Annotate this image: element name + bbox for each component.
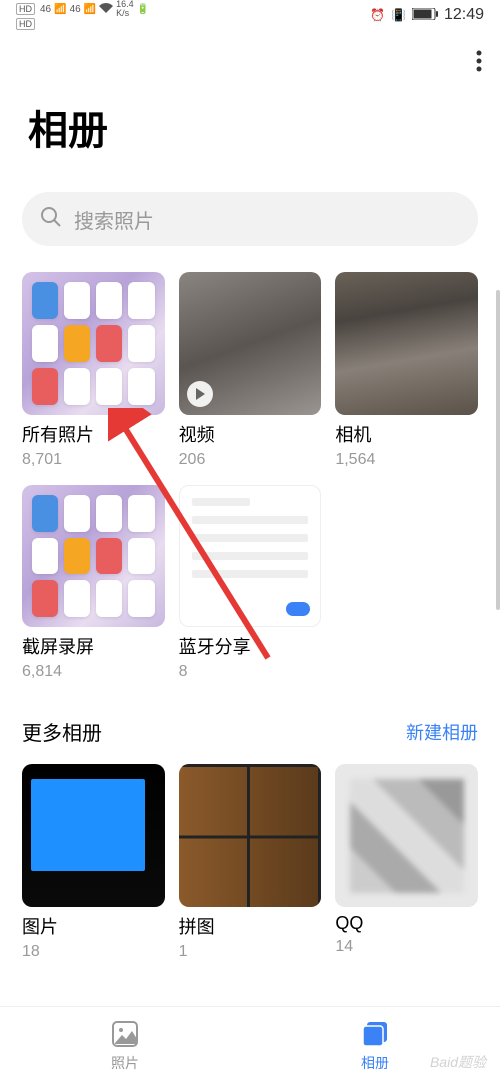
hd-badge-1: HD [16, 3, 35, 15]
album-name: 蓝牙分享 [179, 633, 322, 659]
album-count: 1 [179, 943, 322, 961]
watermark: Baid题验 [430, 1052, 486, 1072]
album-thumbnail [22, 272, 165, 415]
tab-label: 照片 [111, 1053, 139, 1073]
album-name: 截屏录屏 [22, 633, 165, 659]
search-placeholder: 搜索照片 [74, 205, 154, 234]
play-icon [187, 381, 213, 407]
album-name: 图片 [22, 913, 165, 939]
photo-icon [110, 1019, 140, 1049]
album-name: 视频 [179, 421, 322, 447]
album-name: 相机 [335, 421, 478, 447]
album-puzzle[interactable]: 拼图 1 [179, 764, 322, 961]
new-album-button[interactable]: 新建相册 [406, 719, 478, 745]
page-title: 相册 [0, 78, 500, 192]
album-count: 206 [179, 451, 322, 469]
tab-photos[interactable]: 照片 [0, 1019, 250, 1073]
search-bar[interactable]: 搜索照片 [22, 192, 478, 246]
album-screenshots[interactable]: 截屏录屏 6,814 [22, 485, 165, 682]
search-icon [40, 206, 62, 233]
hd-badge-2: HD [16, 18, 35, 30]
album-count: 8,701 [22, 451, 165, 469]
status-right: ⏰ 📳 12:49 [370, 6, 484, 24]
speed-unit: K/s [116, 9, 134, 18]
album-thumbnail [179, 764, 322, 907]
charging-icon: 🔋 [137, 4, 149, 15]
album-count: 14 [335, 938, 478, 956]
album-thumbnail [335, 764, 478, 907]
album-camera[interactable]: 相机 1,564 [335, 272, 478, 469]
scroll-indicator[interactable] [496, 290, 500, 610]
vibrate-icon: 📳 [391, 8, 406, 22]
album-bluetooth[interactable]: 蓝牙分享 8 [179, 485, 322, 682]
tab-bar: 照片 相册 [0, 1006, 500, 1084]
signal-2: 46 [70, 4, 81, 15]
album-images[interactable]: 图片 18 [22, 764, 165, 961]
album-thumbnail [335, 272, 478, 415]
signal-1: 46 [40, 4, 51, 15]
album-thumbnail [22, 485, 165, 628]
more-albums-title: 更多相册 [22, 717, 102, 746]
album-thumbnail [22, 764, 165, 907]
more-menu-icon[interactable] [476, 50, 482, 78]
album-name: QQ [335, 913, 478, 934]
album-thumbnail [179, 485, 322, 628]
album-videos[interactable]: 视频 206 [179, 272, 322, 469]
album-thumbnail [179, 272, 322, 415]
album-qq[interactable]: QQ 14 [335, 764, 478, 961]
album-count: 1,564 [335, 451, 478, 469]
album-count: 18 [22, 943, 165, 961]
tab-label: 相册 [361, 1053, 389, 1073]
album-icon [360, 1019, 390, 1049]
status-bar: HD 46 📶 46 📶 16.4 K/s 🔋 HD ⏰ 📳 12:49 [0, 0, 500, 30]
album-name: 拼图 [179, 913, 322, 939]
album-count: 6,814 [22, 663, 165, 681]
album-name: 所有照片 [22, 421, 165, 447]
alarm-icon: ⏰ [370, 8, 385, 22]
battery-icon [412, 8, 438, 23]
status-left: HD 46 📶 46 📶 16.4 K/s 🔋 HD [16, 0, 149, 30]
wifi-icon [99, 3, 113, 16]
time: 12:49 [444, 6, 484, 24]
album-count: 8 [179, 663, 322, 681]
album-all-photos[interactable]: 所有照片 8,701 [22, 272, 165, 469]
